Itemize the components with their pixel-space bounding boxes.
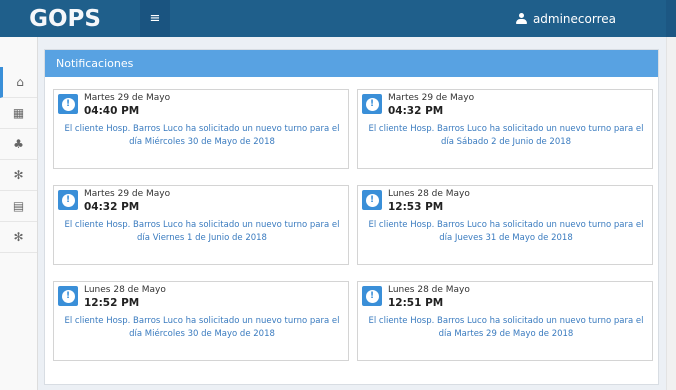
sidebar-item-home[interactable]: ⌂	[0, 67, 37, 98]
notification-card[interactable]: ! Lunes 28 de Mayo 12:51 PM El cliente H…	[357, 281, 653, 361]
sidebar-item-settings[interactable]: ✻	[0, 222, 37, 253]
alert-badge: !	[58, 94, 78, 114]
notification-card[interactable]: ! Martes 29 de Mayo 04:32 PM El cliente …	[53, 185, 349, 265]
notification-card[interactable]: ! Martes 29 de Mayo 04:32 PM El cliente …	[357, 89, 653, 169]
alert-badge: !	[58, 190, 78, 210]
notification-message[interactable]: El cliente Hosp. Barros Luco ha solicita…	[362, 219, 650, 245]
menu-toggle-button[interactable]: ≡	[140, 0, 170, 37]
sidebar-item-users[interactable]: ♣	[0, 129, 37, 160]
sidebar: ⌂ ▦ ♣ ✻ ▤ ✻	[0, 37, 38, 390]
notification-time: 12:53 PM	[388, 201, 444, 213]
notification-time: 12:51 PM	[388, 297, 444, 309]
home-icon: ⌂	[16, 75, 24, 89]
user-menu[interactable]: adminecorrea	[515, 0, 616, 37]
list-icon: ▤	[12, 199, 25, 213]
settings-icon: ✻	[13, 230, 24, 244]
sidebar-item-calendar[interactable]: ▦	[0, 98, 37, 129]
hamburger-icon: ≡	[149, 11, 161, 26]
exclamation-icon: !	[365, 289, 379, 303]
notification-card[interactable]: ! Lunes 28 de Mayo 12:53 PM El cliente H…	[357, 185, 653, 265]
alert-badge: !	[362, 286, 382, 306]
notification-date: Lunes 28 de Mayo	[388, 189, 470, 199]
notification-card[interactable]: ! Lunes 28 de Mayo 12:52 PM El cliente H…	[53, 281, 349, 361]
gear-icon: ✻	[13, 168, 24, 182]
notification-message[interactable]: El cliente Hosp. Barros Luco ha solicita…	[58, 315, 346, 341]
notification-date: Lunes 28 de Mayo	[84, 285, 166, 295]
notification-date: Lunes 28 de Mayo	[388, 285, 470, 295]
user-icon	[515, 13, 527, 24]
notification-time: 12:52 PM	[84, 297, 140, 309]
alert-badge: !	[362, 190, 382, 210]
alert-badge: !	[362, 94, 382, 114]
notification-message[interactable]: El cliente Hosp. Barros Luco ha solicita…	[362, 123, 650, 149]
notification-message[interactable]: El cliente Hosp. Barros Luco ha solicita…	[58, 219, 346, 245]
notification-date: Martes 29 de Mayo	[388, 93, 475, 103]
notification-card[interactable]: ! Martes 29 de Mayo 04:40 PM El cliente …	[53, 89, 349, 169]
notifications-panel: Notificaciones ! Martes 29 de Mayo 04:40…	[44, 49, 659, 385]
scrollbar-top	[666, 0, 676, 37]
sidebar-item-gear[interactable]: ✻	[0, 160, 37, 191]
notification-time: 04:32 PM	[84, 201, 140, 213]
notification-time: 04:40 PM	[84, 105, 140, 117]
exclamation-icon: !	[61, 193, 75, 207]
exclamation-icon: !	[365, 193, 379, 207]
notification-message[interactable]: El cliente Hosp. Barros Luco ha solicita…	[362, 315, 650, 341]
main-content: Notificaciones ! Martes 29 de Mayo 04:40…	[38, 37, 664, 390]
alert-badge: !	[58, 286, 78, 306]
notification-time: 04:32 PM	[388, 105, 444, 117]
exclamation-icon: !	[61, 289, 75, 303]
sidebar-item-list[interactable]: ▤	[0, 191, 37, 222]
notification-message[interactable]: El cliente Hosp. Barros Luco ha solicita…	[58, 123, 346, 149]
panel-title: Notificaciones	[45, 50, 658, 77]
notification-date: Martes 29 de Mayo	[84, 93, 171, 103]
app-logo[interactable]: GOPS	[0, 0, 130, 37]
notification-date: Martes 29 de Mayo	[84, 189, 171, 199]
users-icon: ♣	[13, 137, 24, 151]
calendar-icon: ▦	[12, 106, 25, 120]
top-navbar: GOPS ≡ adminecorrea	[0, 0, 676, 37]
username-label: adminecorrea	[532, 11, 616, 26]
exclamation-icon: !	[365, 97, 379, 111]
vertical-scrollbar[interactable]	[666, 37, 676, 390]
exclamation-icon: !	[61, 97, 75, 111]
